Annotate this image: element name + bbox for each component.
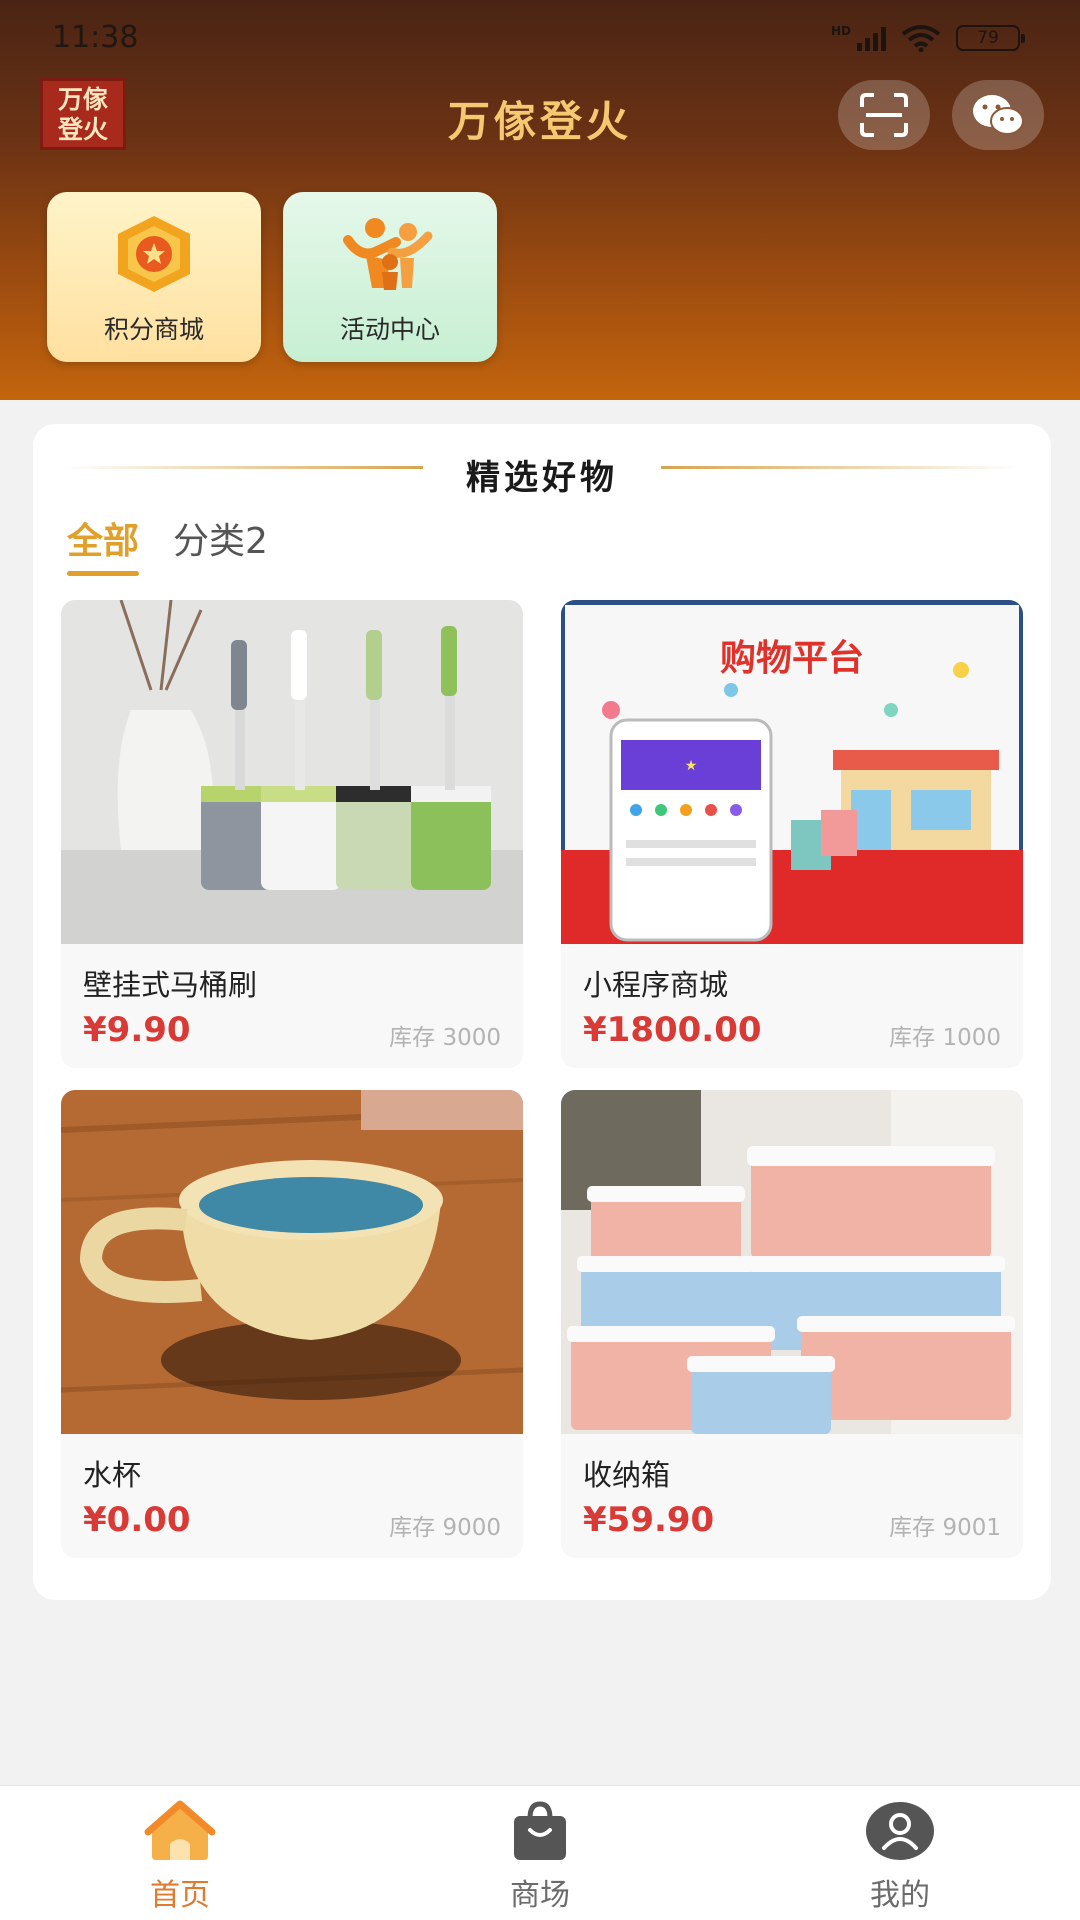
signal-icon xyxy=(857,25,886,51)
product-card[interactable]: 收纳箱 ¥59.90 库存 9001 xyxy=(561,1090,1023,1558)
medal-star-icon xyxy=(118,216,190,292)
product-image xyxy=(61,600,523,944)
product-name: 小程序商城 xyxy=(583,968,729,1002)
nav-mine[interactable]: 我的 xyxy=(720,1786,1080,1920)
nav-mall[interactable]: 商场 xyxy=(360,1786,720,1920)
people-group-icon xyxy=(343,218,433,290)
product-price: ¥9.90 xyxy=(83,1010,191,1050)
section-title: 精选好物 xyxy=(466,458,618,498)
nav-mall-label: 商场 xyxy=(510,1878,570,1913)
points-mall-label: 积分商城 xyxy=(103,315,204,344)
product-price: ¥1800.00 xyxy=(583,1010,762,1050)
wifi-icon xyxy=(901,25,941,52)
product-image xyxy=(561,1090,1023,1434)
status-icons: HD 79 xyxy=(830,24,1025,52)
bottom-nav: 首页 商场 我的 xyxy=(0,1785,1080,1920)
tab-all[interactable]: 全部 xyxy=(67,512,140,576)
product-image xyxy=(61,1090,523,1434)
battery-icon: 79 xyxy=(956,25,1025,51)
tab-category-2[interactable]: 分类2 xyxy=(173,512,268,576)
activity-center-label: 活动中心 xyxy=(339,315,440,344)
product-stock: 库存 9001 xyxy=(889,1515,1001,1541)
nav-home[interactable]: 首页 xyxy=(0,1786,360,1920)
product-card[interactable]: 购物平台 ★ 小程序商城 ¥1800.00 库存 1000 xyxy=(561,600,1023,1068)
activity-center-button[interactable]: 活动中心 xyxy=(283,192,497,362)
network-type: HD xyxy=(830,24,851,38)
status-bar: 11:38 HD 79 xyxy=(52,18,1025,58)
nav-home-label: 首页 xyxy=(150,1878,210,1913)
category-tabs: 全部 分类2 xyxy=(67,512,268,576)
product-name: 壁挂式马桶刷 xyxy=(83,968,258,1002)
header: 11:38 HD 79 万傢 登火 万傢登火 积分商城 活动中心 xyxy=(0,0,1080,400)
status-time: 11:38 xyxy=(52,20,139,55)
product-price: ¥0.00 xyxy=(83,1500,191,1540)
scan-icon xyxy=(860,93,908,137)
product-stock: 库存 9000 xyxy=(389,1515,501,1541)
product-price: ¥59.90 xyxy=(583,1500,715,1540)
wechat-button[interactable] xyxy=(952,80,1044,150)
battery-level: 79 xyxy=(977,28,999,48)
featured-section: 精选好物 全部 分类2 壁挂式马桶刷 ¥9.90 库存 3000 购物平台 ★ … xyxy=(33,424,1051,1600)
product-image: 购物平台 ★ xyxy=(561,600,1023,944)
nav-mine-label: 我的 xyxy=(870,1878,930,1913)
shopping-bag-icon xyxy=(514,1801,566,1860)
points-mall-button[interactable]: 积分商城 xyxy=(47,192,261,362)
product-card[interactable]: 水杯 ¥0.00 库存 9000 xyxy=(61,1090,523,1558)
image-banner-text: 购物平台 xyxy=(720,638,864,679)
product-stock: 库存 3000 xyxy=(389,1025,501,1051)
product-card[interactable]: 壁挂式马桶刷 ¥9.90 库存 3000 xyxy=(61,600,523,1068)
svg-text:★: ★ xyxy=(685,758,698,774)
product-name: 水杯 xyxy=(83,1458,142,1492)
wechat-icon xyxy=(973,95,1024,135)
home-icon xyxy=(144,1800,216,1860)
user-icon xyxy=(866,1802,934,1860)
product-name: 收纳箱 xyxy=(583,1458,671,1492)
product-stock: 库存 1000 xyxy=(889,1025,1001,1051)
scan-button[interactable] xyxy=(838,80,930,150)
